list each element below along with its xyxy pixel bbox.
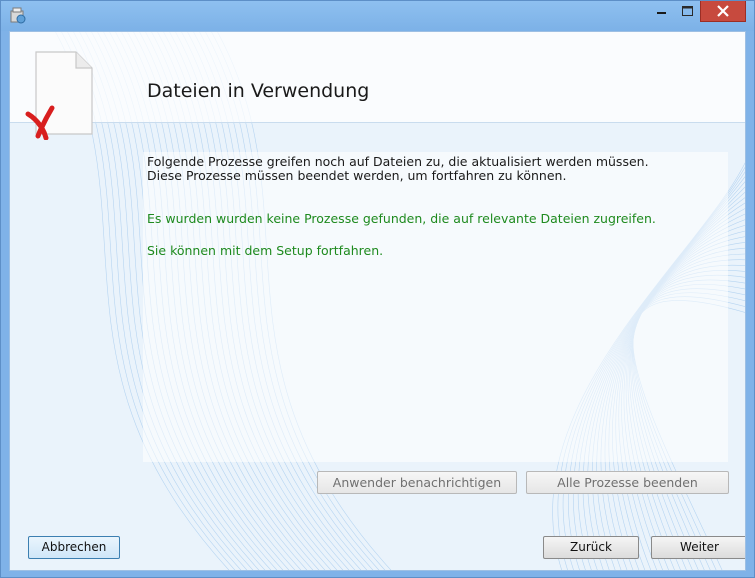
maximize-icon — [682, 6, 693, 16]
header-band — [10, 32, 745, 123]
minimize-icon — [657, 12, 666, 14]
notify-users-button[interactable]: Anwender benachrichtigen — [317, 471, 517, 494]
next-button[interactable]: Weiter — [651, 536, 745, 559]
process-list-panel — [143, 152, 728, 462]
maximize-button[interactable] — [674, 1, 700, 22]
description-text: Folgende Prozesse greifen noch auf Datei… — [147, 155, 649, 183]
minimize-button[interactable] — [648, 1, 674, 22]
setup-window: Dateien in Verwendung Folgende Prozesse … — [0, 0, 755, 578]
file-in-use-icon — [25, 51, 93, 140]
setup-app-icon[interactable] — [9, 7, 27, 25]
wizard-content: Dateien in Verwendung Folgende Prozesse … — [9, 31, 746, 571]
close-button[interactable] — [700, 1, 746, 22]
description-line-1: Folgende Prozesse greifen noch auf Datei… — [147, 154, 649, 169]
close-icon — [717, 5, 729, 17]
page-title: Dateien in Verwendung — [147, 80, 370, 102]
description-line-2: Diese Prozesse müssen beendet werden, um… — [147, 168, 567, 183]
continue-message: Sie können mit dem Setup fortfahren. — [147, 243, 384, 258]
no-processes-message: Es wurden wurden keine Prozesse gefunden… — [147, 211, 656, 226]
end-all-processes-button[interactable]: Alle Prozesse beenden — [526, 471, 729, 494]
title-bar[interactable] — [1, 1, 754, 31]
back-button[interactable]: Zurück — [543, 536, 639, 559]
cancel-button[interactable]: Abbrechen — [28, 536, 120, 559]
